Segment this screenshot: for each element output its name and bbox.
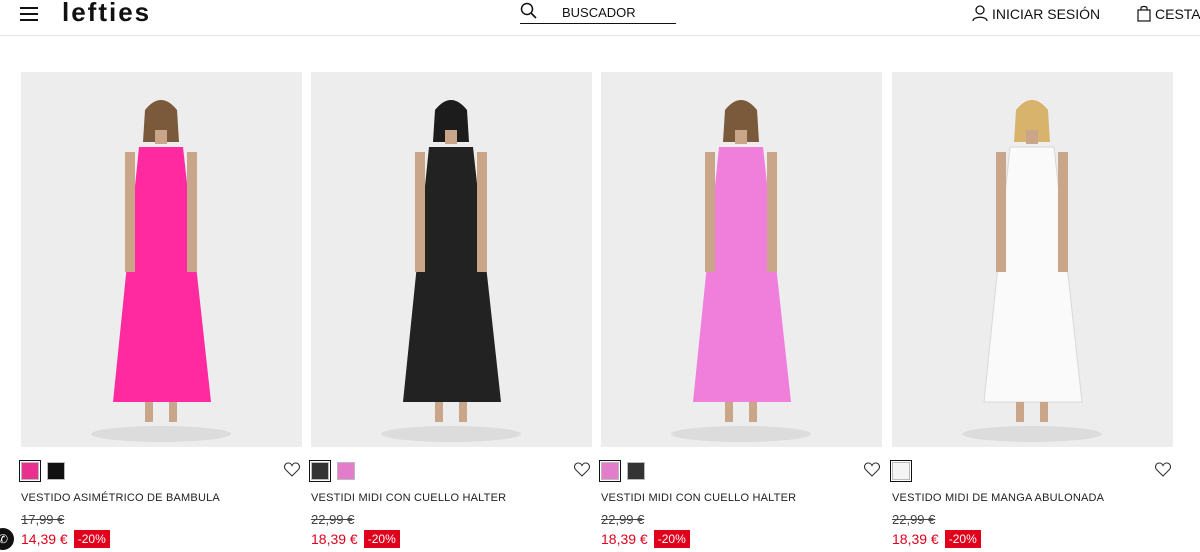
bag-icon [1137, 5, 1151, 22]
original-price: 22,99 € [311, 512, 355, 527]
discount-badge: -20% [653, 530, 690, 548]
color-swatches [309, 460, 355, 482]
cart-button[interactable]: CESTA [1137, 5, 1200, 22]
product-image[interactable] [311, 72, 592, 447]
product-name[interactable]: VESTIDI MIDI CON CUELLO HALTER [311, 492, 506, 504]
product-name[interactable]: VESTIDO ASIMÉTRICO DE BAMBULA [21, 492, 220, 504]
chat-button[interactable]: ✆ [0, 528, 14, 550]
product-name[interactable]: VESTIDI MIDI CON CUELLO HALTER [601, 492, 796, 504]
sale-price-row: 18,39 € -20% [311, 530, 400, 548]
login-label: INICIAR SESIÓN [992, 5, 1101, 22]
color-swatch[interactable] [890, 460, 912, 482]
top-header: lefties BUSCADOR INICIAR SESIÓN CESTA [0, 0, 1200, 36]
favorite-heart-icon[interactable] [574, 462, 590, 482]
discount-badge: -20% [363, 530, 400, 548]
search-placeholder: BUSCADOR [562, 5, 636, 20]
sale-price: 18,39 € [601, 531, 648, 547]
product-card[interactable]: VESTIDI MIDI CON CUELLO HALTER 22,99 € 1… [309, 72, 592, 548]
sale-price-row: 18,39 € -20% [601, 530, 690, 548]
color-swatch[interactable] [627, 462, 645, 480]
discount-badge: -20% [73, 530, 110, 548]
color-swatches [890, 460, 912, 482]
color-swatch[interactable] [337, 462, 355, 480]
sale-price-row: 14,39 € -20% [21, 530, 110, 548]
sale-price: 18,39 € [311, 531, 358, 547]
brand-logo[interactable]: lefties [62, 0, 151, 28]
menu-icon[interactable] [20, 6, 40, 22]
color-swatch[interactable] [47, 462, 65, 480]
favorite-heart-icon[interactable] [864, 462, 880, 482]
cart-label: CESTA [1155, 5, 1200, 22]
favorite-heart-icon[interactable] [1155, 462, 1171, 482]
product-image[interactable] [601, 72, 882, 447]
color-swatch[interactable] [309, 460, 331, 482]
color-swatches [19, 460, 65, 482]
search-icon [520, 2, 537, 19]
product-image[interactable] [21, 72, 302, 447]
user-icon [972, 5, 988, 22]
original-price: 22,99 € [601, 512, 645, 527]
color-swatch[interactable] [19, 460, 41, 482]
color-swatches [599, 460, 645, 482]
login-button[interactable]: INICIAR SESIÓN [972, 5, 1100, 22]
discount-badge: -20% [944, 530, 981, 548]
sale-price: 14,39 € [21, 531, 68, 547]
product-card[interactable]: VESTIDI MIDI CON CUELLO HALTER 22,99 € 1… [599, 72, 882, 548]
favorite-heart-icon[interactable] [284, 462, 300, 482]
sale-price: 18,39 € [892, 531, 939, 547]
product-card[interactable]: VESTIDO MIDI DE MANGA ABULONADA 22,99 € … [890, 72, 1173, 548]
product-image[interactable] [892, 72, 1173, 447]
original-price: 22,99 € [892, 512, 936, 527]
search-input[interactable]: BUSCADOR [520, 2, 676, 24]
original-price: 17,99 € [21, 512, 65, 527]
product-name[interactable]: VESTIDO MIDI DE MANGA ABULONADA [892, 492, 1104, 504]
color-swatch[interactable] [599, 460, 621, 482]
sale-price-row: 18,39 € -20% [892, 530, 981, 548]
product-card[interactable]: VESTIDO ASIMÉTRICO DE BAMBULA 17,99 € 14… [19, 72, 302, 548]
